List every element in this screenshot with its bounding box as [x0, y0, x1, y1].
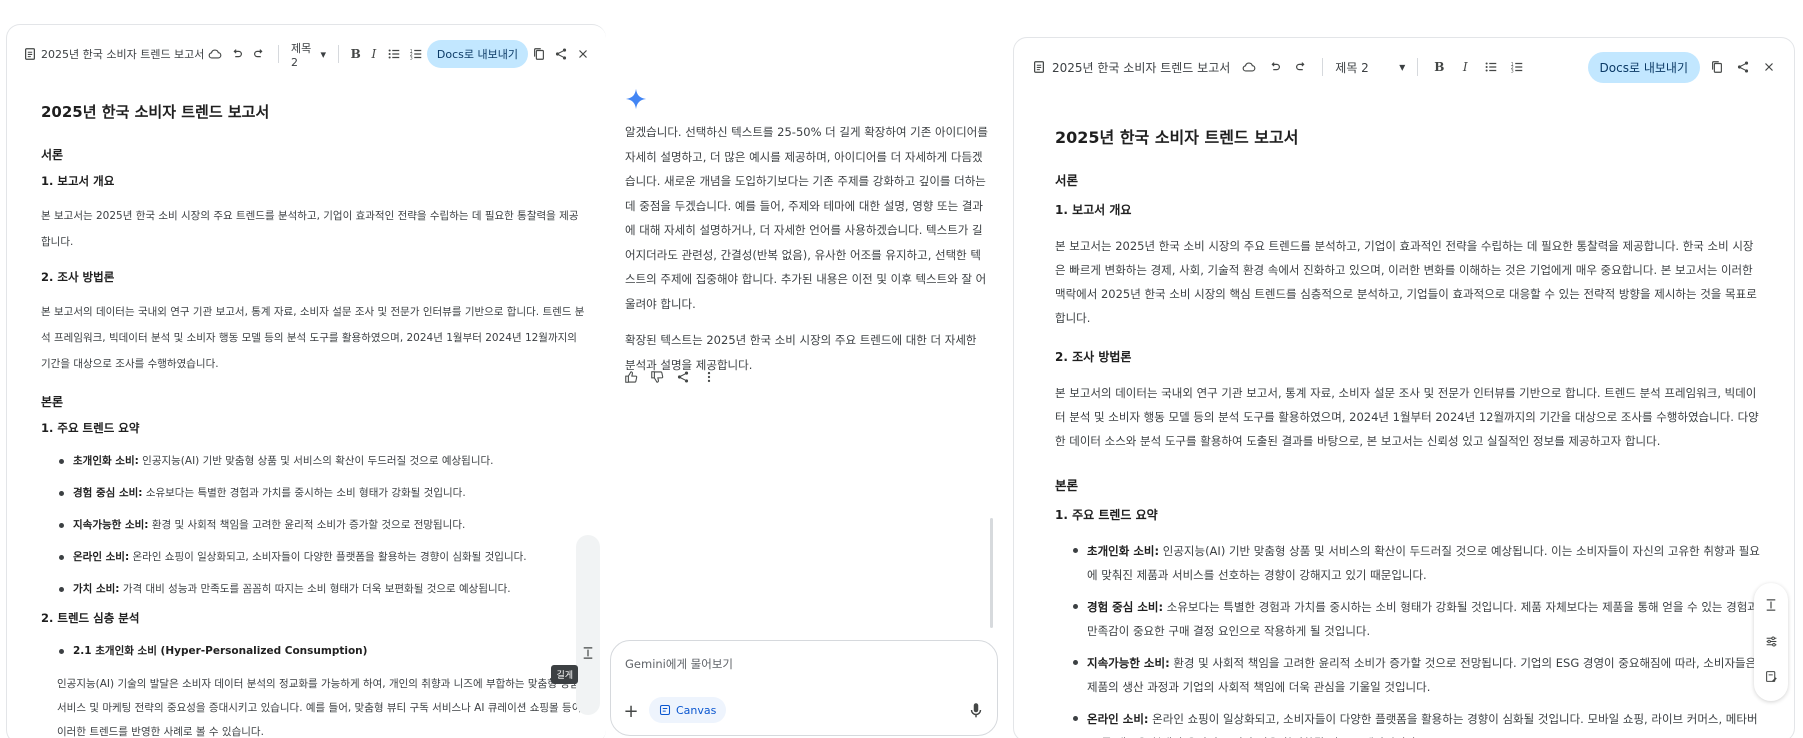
add-icon[interactable]: +	[623, 701, 639, 722]
share-icon[interactable]	[1734, 58, 1752, 76]
slider-tooltip: 길게	[551, 665, 578, 684]
caret-down-icon: ▾	[1399, 60, 1406, 74]
side-tools-menu	[1754, 583, 1788, 701]
svg-text:3: 3	[1511, 68, 1514, 74]
list-item: 초개인화 소비: 인공지능(AI) 기반 맞춤형 상품 및 서비스의 확산이 두…	[1073, 539, 1764, 587]
style-select-value: 제목 2	[1335, 60, 1369, 75]
heading-trends-summary: 1. 주요 트렌드 요약	[41, 421, 140, 435]
canvas-toggle-button[interactable]: Canvas	[649, 697, 727, 723]
right-doc-toolbar: 2025년 한국 소비자 트렌드 보고서 제목 2 ▾ B I 123 Docs…	[1014, 38, 1794, 96]
cloud-saved-icon[interactable]	[208, 45, 222, 63]
right-document-panel: 2025년 한국 소비자 트렌드 보고서 제목 2 ▾ B I 123 Docs…	[1013, 37, 1795, 738]
copy-icon[interactable]	[532, 45, 546, 63]
heading-methodology: 2. 조사 방법론	[1055, 350, 1132, 364]
caret-down-icon: ▾	[320, 47, 327, 61]
more-vert-icon[interactable]	[702, 370, 716, 384]
list-item: 초개인화 소비: 인공지능(AI) 기반 맞춤형 상품 및 서비스의 확산이 두…	[59, 450, 586, 472]
overview-paragraph: 본 보고서는 2025년 한국 소비 시장의 주요 트렌드를 분석하고, 기업이…	[41, 210, 579, 248]
canvas-label: Canvas	[676, 703, 717, 717]
export-to-docs-button[interactable]: Docs로 내보내기	[426, 40, 528, 68]
microphone-icon[interactable]	[967, 701, 985, 719]
length-adjust-icon[interactable]	[1765, 597, 1777, 617]
trend-list: 초개인화 소비: 인공지능(AI) 기반 맞춤형 상품 및 서비스의 확산이 두…	[1073, 539, 1764, 738]
copy-icon[interactable]	[1708, 58, 1726, 76]
numbered-list-icon[interactable]: 123	[1508, 58, 1526, 76]
prompt-input[interactable]	[625, 657, 965, 671]
right-doc-body[interactable]: 2025년 한국 소비자 트렌드 보고서 서론 1. 보고서 개요 본 보고서는…	[1055, 124, 1764, 738]
overview-paragraph: 본 보고서는 2025년 한국 소비 시장의 주요 트렌드를 분석하고, 기업이…	[1055, 239, 1757, 325]
methodology-paragraph: 본 보고서의 데이터는 국내외 연구 기관 보고서, 통계 자료, 소비자 설문…	[1055, 386, 1759, 448]
doc-title: 2025년 한국 소비자 트렌드 보고서	[41, 103, 270, 121]
export-to-docs-button[interactable]: Docs로 내보내기	[1587, 51, 1700, 83]
undo-icon[interactable]	[230, 45, 244, 63]
list-item: 지속가능한 소비: 환경 및 사회적 책임을 고려한 윤리적 소비가 증가할 것…	[59, 514, 586, 536]
cloud-saved-icon[interactable]	[1240, 58, 1258, 76]
left-doc-body[interactable]: 2025년 한국 소비자 트렌드 보고서 서론 1. 보고서 개요 본 보고서는…	[41, 101, 586, 738]
close-icon[interactable]	[576, 45, 590, 63]
heading-overview: 1. 보고서 개요	[41, 174, 115, 188]
chat-scrollbar[interactable]	[990, 518, 993, 628]
doc-title-label: 2025년 한국 소비자 트렌드 보고서	[1052, 60, 1231, 75]
canvas-icon	[659, 704, 671, 716]
heading-methodology: 2. 조사 방법론	[41, 270, 115, 284]
gemini-spark-icon	[625, 88, 647, 110]
toolbar-divider	[278, 45, 279, 63]
heading-trends-summary: 1. 주요 트렌드 요약	[1055, 508, 1158, 522]
share-icon[interactable]	[554, 45, 568, 63]
list-item: 경험 중심 소비: 소유보다는 특별한 경험과 가치를 중시하는 소비 형태가 …	[1073, 595, 1764, 643]
thumbs-down-icon[interactable]	[650, 370, 664, 384]
list-item: 온라인 소비: 온라인 쇼핑이 일상화되고, 소비자들이 다양한 플랫폼을 활용…	[1073, 707, 1764, 738]
bold-icon[interactable]: B	[1430, 58, 1448, 76]
bulleted-list-icon[interactable]	[1482, 58, 1500, 76]
heading-body: 본론	[41, 395, 64, 409]
italic-icon[interactable]: I	[369, 45, 379, 63]
list-item: 가치 소비: 가격 대비 성능과 만족도를 꼼꼼히 따지는 소비 형태가 더욱 …	[59, 578, 586, 600]
gemini-response: 알겠습니다. 선택하신 텍스트를 25-50% 더 길게 확장하여 기존 아이디…	[625, 120, 990, 389]
prompt-input-box: + Canvas	[610, 640, 998, 736]
redo-icon[interactable]	[252, 45, 266, 63]
edit-note-icon[interactable]	[1765, 668, 1778, 687]
trend-list: 초개인화 소비: 인공지능(AI) 기반 맞춤형 상품 및 서비스의 확산이 두…	[59, 450, 586, 600]
doc-title: 2025년 한국 소비자 트렌드 보고서	[1055, 128, 1299, 147]
paragraph-style-select[interactable]: 제목 2 ▾	[1335, 59, 1405, 76]
bold-icon[interactable]: B	[351, 45, 361, 63]
heading-overview: 1. 보고서 개요	[1055, 203, 1132, 217]
heading-body: 본론	[1055, 478, 1079, 493]
toolbar-divider	[1417, 58, 1419, 76]
undo-icon[interactable]	[1266, 58, 1284, 76]
bulleted-list-icon[interactable]	[387, 45, 401, 63]
response-paragraph: 알겠습니다. 선택하신 텍스트를 25-50% 더 길게 확장하여 기존 아이디…	[625, 125, 988, 311]
left-doc-toolbar: 2025년 한국 소비자 트렌드 보고서 제목 2 ▾ B I 123 Docs…	[7, 25, 606, 83]
heading-intro: 서론	[41, 148, 64, 162]
methodology-paragraph: 본 보고서의 데이터는 국내외 연구 기관 보고서, 통계 자료, 소비자 설문…	[41, 306, 585, 370]
deep-analysis-paragraph: 인공지능(AI) 기술의 발달은 소비자 데이터 분석의 정교화를 가능하게 하…	[57, 678, 583, 738]
redo-icon[interactable]	[1292, 58, 1310, 76]
gemini-chat-panel: 알겠습니다. 선택하신 텍스트를 25-50% 더 길게 확장하여 기존 아이디…	[610, 0, 1010, 738]
toolbar-divider	[1322, 58, 1324, 76]
deep-analysis-list: 2.1 초개인화 소비 (Hyper-Personalized Consumpt…	[59, 640, 586, 662]
paragraph-style-select[interactable]: 제목 2 ▾	[291, 40, 326, 69]
thumbs-up-icon[interactable]	[624, 370, 638, 384]
list-item: 지속가능한 소비: 환경 및 사회적 책임을 고려한 윤리적 소비가 증가할 것…	[1073, 651, 1764, 699]
tune-icon[interactable]	[1765, 633, 1778, 652]
left-document-panel: 2025년 한국 소비자 트렌드 보고서 제목 2 ▾ B I 123 Docs…	[6, 24, 606, 738]
heading-deep-analysis: 2. 트렌드 심층 분석	[41, 611, 140, 625]
response-actions	[624, 370, 716, 384]
numbered-list-icon[interactable]: 123	[409, 45, 423, 63]
toolbar-divider	[338, 45, 339, 63]
heading-intro: 서론	[1055, 173, 1079, 188]
share-icon[interactable]	[676, 370, 690, 384]
length-slider[interactable]	[576, 535, 600, 715]
slider-handle-icon[interactable]	[581, 643, 595, 663]
style-select-value: 제목 2	[290, 41, 312, 69]
list-item: 온라인 소비: 온라인 쇼핑이 일상화되고, 소비자들이 다양한 플랫폼을 활용…	[59, 546, 586, 568]
list-item: 2.1 초개인화 소비 (Hyper-Personalized Consumpt…	[59, 640, 586, 662]
doc-title-label: 2025년 한국 소비자 트렌드 보고서	[41, 48, 205, 61]
document-icon	[1030, 58, 1048, 76]
document-icon	[23, 45, 37, 63]
svg-text:3: 3	[410, 55, 413, 61]
italic-icon[interactable]: I	[1456, 58, 1474, 76]
list-item: 경험 중심 소비: 소유보다는 특별한 경험과 가치를 중시하는 소비 형태가 …	[59, 482, 586, 504]
close-icon[interactable]	[1760, 58, 1778, 76]
